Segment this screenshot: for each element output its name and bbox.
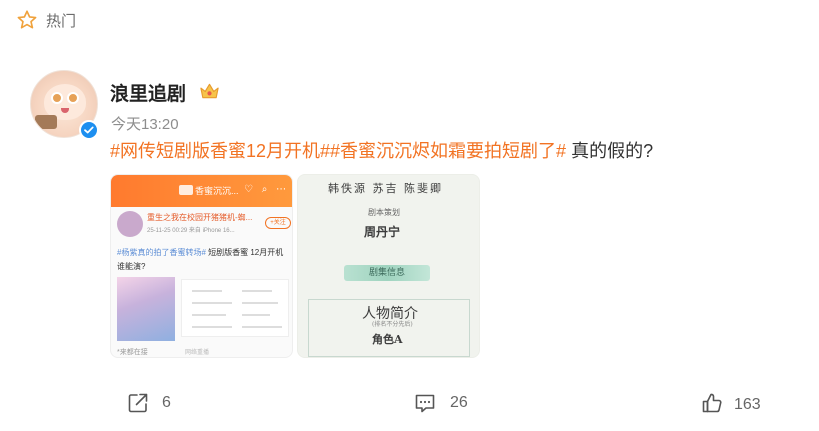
- share-icon[interactable]: [126, 391, 150, 415]
- thumb2-subtitle: (排名不分先后): [372, 321, 413, 328]
- thumb1-badge: [179, 185, 193, 195]
- thumb2-person: 周丹宁: [364, 225, 401, 239]
- hot-section-header: 热门: [0, 0, 819, 40]
- thumb1-follow: +关注: [265, 217, 291, 229]
- thumb1-avatar: [117, 211, 143, 237]
- thumbs-up-icon[interactable]: [700, 391, 724, 415]
- thumb2-names: 韩佚源 苏吉 陈斐卿: [328, 182, 443, 195]
- thumb2-info-banner: 剧集信息: [344, 265, 430, 281]
- post-action-bar: 6 26 163: [0, 386, 819, 420]
- thumb1-line1-rest: 短剧版香蜜 12月开机: [205, 248, 284, 257]
- crown-icon: [200, 83, 219, 99]
- thumb1-footer-text: *来都在接: [117, 349, 148, 356]
- image-thumbnail-1[interactable]: 香蜜沉沉... ♡ ⌕ ⋯ 重生之我在校园开猪猪机-蜘... 25-11-25 …: [110, 174, 293, 358]
- avatar-eye-left: [51, 92, 63, 104]
- author-name[interactable]: 浪里追剧: [110, 79, 186, 106]
- thumb2-role: 剧本策划: [368, 208, 400, 217]
- post-text: #网传短剧版香蜜12月开机##香蜜沉沉烬如霜要拍短剧了# 真的假的?: [110, 138, 653, 164]
- hot-label: 热门: [46, 13, 77, 30]
- thumb1-footer-text-2: 网络重播: [185, 350, 210, 356]
- comment-icon[interactable]: [413, 391, 437, 415]
- thumb1-text-line-2: 谁能演?: [117, 262, 146, 271]
- like-count[interactable]: 163: [734, 396, 761, 414]
- avatar-laptop: [35, 115, 57, 129]
- thumb1-document-image: [181, 279, 289, 337]
- thumb1-tag: #杨紫真的拍了香蜜转场#: [117, 248, 206, 257]
- post-time[interactable]: 今天13:20: [111, 113, 179, 134]
- thumb1-bar-title: 香蜜沉沉...: [195, 186, 239, 196]
- share-count[interactable]: 6: [162, 394, 171, 412]
- star-outline-icon: [17, 10, 37, 29]
- thumb1-poster-image: [117, 277, 175, 341]
- thumb1-text-line-1: #杨紫真的拍了香蜜转场# 短剧版香蜜 12月开机: [117, 247, 283, 258]
- topic-link-1[interactable]: #网传短剧版香蜜12月开机#: [110, 141, 330, 161]
- thumb2-character: 角色A: [372, 333, 403, 346]
- image-thumbnail-2[interactable]: 韩佚源 苏吉 陈斐卿 剧本策划 周丹宁 剧集信息 人物简介 (排名不分先后) 角…: [297, 174, 480, 358]
- thumb1-poster-name: 重生之我在校园开猪猪机-蜘...: [147, 213, 253, 222]
- avatar-eye-right: [67, 92, 79, 104]
- verified-badge-icon: [79, 120, 99, 140]
- topic-link-2[interactable]: #香蜜沉沉烬如霜要拍短剧了#: [330, 141, 566, 161]
- post-text-suffix: 真的假的?: [566, 141, 654, 161]
- thumb1-meta: 25-11-25 00:29 来自 iPhone 16...: [147, 228, 235, 234]
- thumb1-bar-icons: ♡ ⌕ ⋯: [244, 184, 290, 195]
- comment-count[interactable]: 26: [450, 394, 468, 412]
